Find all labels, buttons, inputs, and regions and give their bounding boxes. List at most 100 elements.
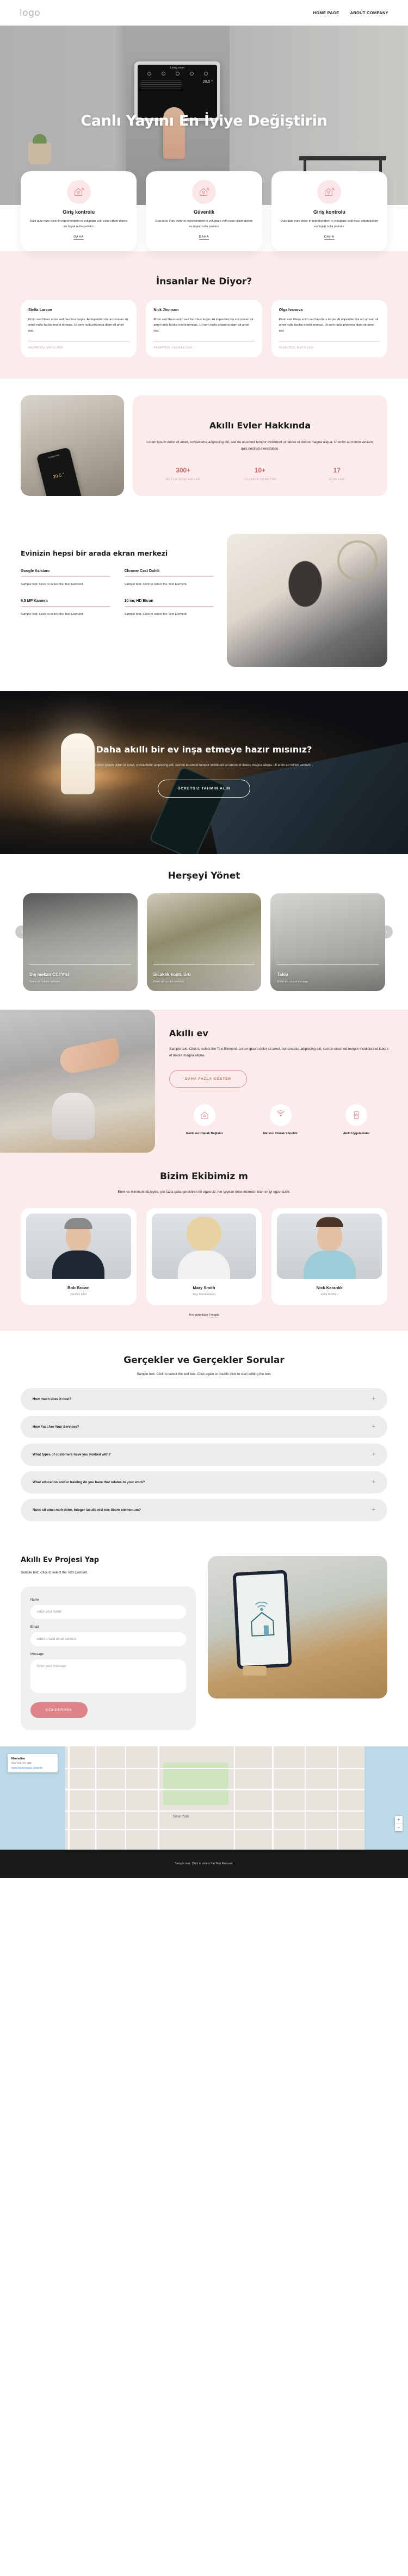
nav-item-home-page[interactable]: HOME PAGE xyxy=(313,10,339,15)
feature-card-more-link[interactable]: DAHA xyxy=(199,235,209,240)
screen-center-grid: Google Asistanı Sample text. Click to se… xyxy=(21,569,214,618)
testimonials-section: İnsanlar Ne Diyor? Stella Larson Proin s… xyxy=(0,251,408,379)
manage-card-title: Dış mekan CCTV'si xyxy=(29,972,69,977)
testimonial-name: Olga Ivanova xyxy=(279,308,303,312)
cta-section: Daha akıllı bir ev inşa etmeye hazır mıs… xyxy=(0,690,408,854)
manage-carousel: Dış mekan CCTV'si Enim ad minim veniam S… xyxy=(0,893,408,991)
show-more-button[interactable]: DAHA FAZLA GÖSTER xyxy=(169,1070,247,1088)
team-subtitle: Enim ve minimum düzeyde, çok fazla çaba … xyxy=(118,1190,290,1194)
spec-item: 10 inç HD Ekran Sample text. Click to se… xyxy=(124,599,214,617)
screen-center-content: Evinizin hepsi bir arada ekran merkezi G… xyxy=(21,534,214,618)
nav-item-about-company[interactable]: ABOUT COMPANY xyxy=(350,10,388,15)
about-image: Living room 20,5 ° xyxy=(21,395,124,496)
contact-image xyxy=(208,1555,387,1698)
plus-icon[interactable]: + xyxy=(372,1479,375,1485)
spec-text: Sample text. Click to select the Text El… xyxy=(124,613,188,617)
map-view-larger-link[interactable]: Daha büyük haritayı görüntüle xyxy=(11,1766,54,1769)
faq-subtitle: Sample text. Click to select the text bo… xyxy=(137,1372,271,1376)
name-input[interactable] xyxy=(30,1604,186,1619)
faq-question: How much does it cost? xyxy=(33,1397,72,1401)
stat-label: MUTLU MÜŞTERILER xyxy=(165,477,201,481)
testimonial-date: PAZARTESI, HAZIRAN 2024 xyxy=(153,346,193,350)
manage-card-text: Enim ad minim veniam xyxy=(29,980,60,984)
feature-card-title: Giriş kontrolu xyxy=(313,209,345,215)
feature-card[interactable]: Giriş kontrolu Duis aute irure dolor in … xyxy=(271,171,387,251)
map-zoom-controls[interactable]: + − xyxy=(395,1815,403,1831)
map-info-card[interactable]: Manhattan New York, NY, ABD Daha büyük h… xyxy=(8,1753,58,1773)
divider xyxy=(21,606,110,607)
site-footer: Sample text. Click to select the Text El… xyxy=(0,1849,408,1878)
feature-card-more-link[interactable]: DAHA xyxy=(73,235,84,240)
faq-item[interactable]: How Fast Are Your Services? + xyxy=(21,1415,387,1438)
site-header: logo HOME PAGE ABOUT COMPANY xyxy=(0,0,408,26)
submit-button[interactable]: GÖNDERMEK xyxy=(30,1702,88,1718)
logo[interactable]: logo xyxy=(20,8,40,18)
faq-item[interactable]: Nunc sit amet nibh dolor. Integer iaculi… xyxy=(21,1498,387,1521)
testimonial-text: Proin sed libero enim sed faucibus turpi… xyxy=(279,318,379,333)
hand-pointing xyxy=(58,1037,122,1075)
tablet-stand xyxy=(243,1665,267,1676)
divider xyxy=(21,576,110,577)
email-input[interactable] xyxy=(30,1632,186,1646)
smartphone-icon xyxy=(345,1104,368,1127)
map-section[interactable]: New York Manhattan New York, NY, ABD Dah… xyxy=(0,1746,408,1850)
free-estimate-button[interactable]: ÜCRETSIZ TAHMIN ALIN xyxy=(157,779,251,798)
contact-heading: Akıllı Ev Projesi Yap xyxy=(21,1555,100,1564)
smart-speaker xyxy=(52,1093,95,1140)
testimonial-date: PAZARTESI, MAYIS 2024 xyxy=(279,346,314,350)
image-credit-link[interactable]: Freepik xyxy=(209,1313,219,1317)
testimonial-card: Nick Jhonson Proin sed libero enim sed f… xyxy=(146,300,262,357)
plus-icon[interactable]: + xyxy=(372,1396,375,1402)
manage-card[interactable]: Sıcaklık kontolörü Enim ad minim veniam xyxy=(146,893,262,991)
stat-number: 10+ xyxy=(254,466,266,474)
testimonial-text: Proin sed libero enim sed faucibus turpi… xyxy=(153,318,254,333)
faq-item[interactable]: What education and/or training do you ha… xyxy=(21,1471,387,1494)
manage-card-title: Sıcaklık kontolörü xyxy=(153,972,191,977)
stat-number: 300+ xyxy=(176,466,191,474)
feature-card[interactable]: Giriş kontrolu Duis aute irure dolor in … xyxy=(21,171,137,251)
tablet-mockup xyxy=(232,1570,292,1670)
smart-home-signal-icon xyxy=(66,180,91,204)
zoom-in-button[interactable]: + xyxy=(395,1816,403,1824)
faq-question: What types of customers have you worked … xyxy=(33,1452,111,1457)
faq-item[interactable]: How much does it cost? + xyxy=(21,1387,387,1410)
faq-item[interactable]: What types of customers have you worked … xyxy=(21,1443,387,1466)
team-member-name: Nick Karanlık xyxy=(316,1285,343,1290)
manage-card[interactable]: Dış mekan CCTV'si Enim ad minim veniam xyxy=(23,893,138,991)
feature-card[interactable]: Güvenlik Duis aute irure dolor in repreh… xyxy=(146,171,262,251)
stat-item: 17 ÖDÜLLER xyxy=(299,466,375,482)
about-stats: 300+ MUTLU MÜŞTERILER 10+ YILLARIN DENEY… xyxy=(145,466,375,482)
avatar xyxy=(151,1213,257,1279)
map-place-title: Manhattan xyxy=(11,1757,25,1760)
manage-heading: Herşeyi Yönet xyxy=(168,870,240,881)
cta-content: Daha akıllı bir ev inşa etmeye hazır mıs… xyxy=(0,691,408,798)
message-textarea[interactable] xyxy=(30,1659,186,1693)
smart-home-features: Kablosuz Olarak Bağlanır Merkezi Olarak … xyxy=(169,1104,392,1136)
team-member-role: satış Müdürü xyxy=(320,1292,338,1296)
manage-card-overlay: Sıcaklık kontolörü Enim ad minim veniam xyxy=(146,956,262,991)
spec-title: Google Asistanı xyxy=(21,569,50,573)
plus-icon[interactable]: + xyxy=(372,1451,375,1458)
team-member-name: Mary Smith xyxy=(193,1285,215,1290)
plus-icon[interactable]: + xyxy=(372,1507,375,1513)
zoom-out-button[interactable]: − xyxy=(395,1824,403,1831)
spec-item: Google Asistanı Sample text. Click to se… xyxy=(21,569,110,587)
screen-center-image xyxy=(227,533,387,667)
spec-item: Chrome Cast Dahili Sample text. Click to… xyxy=(124,569,214,587)
spec-title: Chrome Cast Dahili xyxy=(124,569,160,573)
map-place-detail: New York, NY, ABD xyxy=(11,1761,32,1764)
testimonials-heading: İnsanlar Ne Diyor? xyxy=(156,276,252,287)
plus-icon[interactable]: + xyxy=(372,1423,375,1430)
manage-card[interactable]: Takip Enim ad minim veniam xyxy=(270,893,386,991)
faq-question: Nunc sit amet nibh dolor. Integer iaculi… xyxy=(33,1508,141,1512)
hero-title: Canlı Yayını En İyiye Değiştirin xyxy=(81,113,327,129)
avatar xyxy=(26,1213,131,1279)
feature-card-more-link[interactable]: DAHA xyxy=(324,235,335,240)
smart-feature-label: Merkezi Olarak Yönetilir xyxy=(263,1132,298,1136)
contact-content: Akıllı Ev Projesi Yap Sample text. Click… xyxy=(21,1556,196,1730)
spec-title: 6,5 MP Kamera xyxy=(21,599,48,603)
email-field-group: Email xyxy=(30,1626,186,1646)
stat-label: ÖDÜLLER xyxy=(329,477,345,481)
smart-home-content: Akıllı ev Sample text. Click to select t… xyxy=(155,1010,408,1153)
smart-home-section: Akıllı ev Sample text. Click to select t… xyxy=(0,1009,408,1153)
